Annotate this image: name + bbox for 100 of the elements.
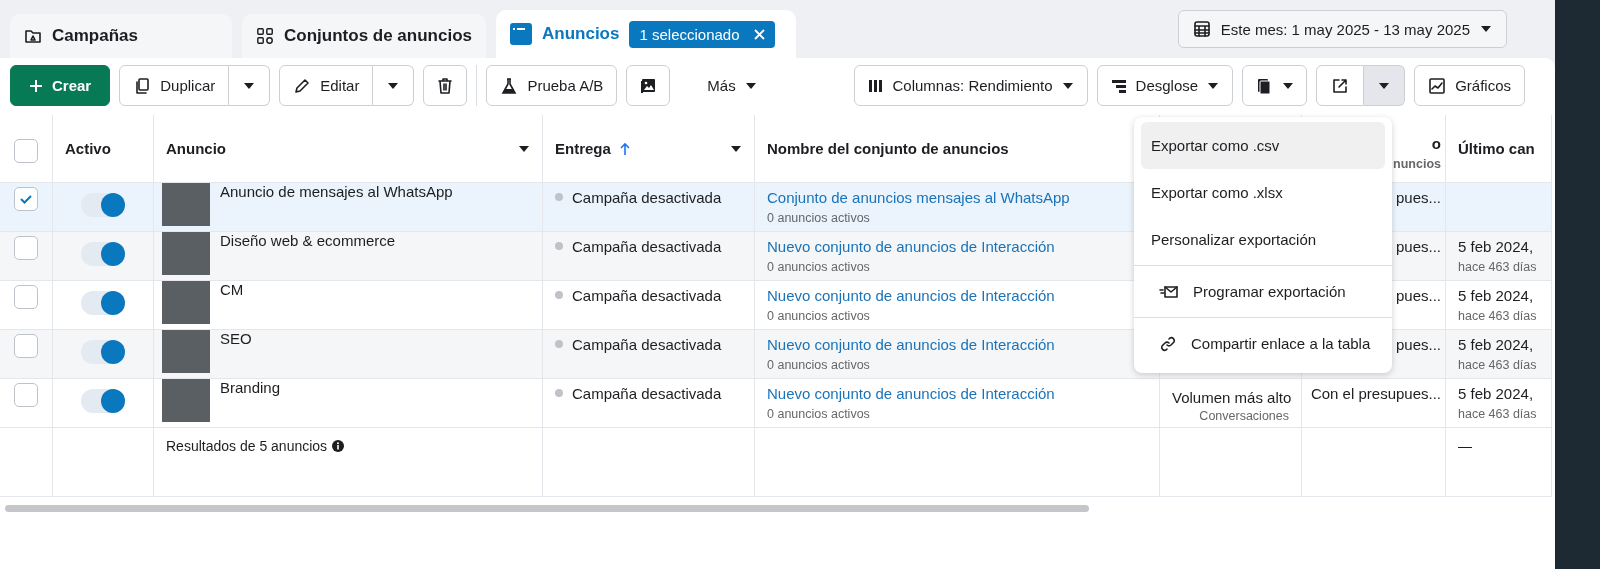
plus-icon <box>29 78 43 93</box>
table-cell: pues... <box>1395 287 1441 304</box>
ad-set-count: 0 anuncios activos <box>767 260 871 274</box>
breakdown-icon <box>1110 77 1127 94</box>
toggle-switch[interactable] <box>81 291 125 315</box>
column-header: o <box>1431 135 1441 152</box>
selection-badge: 1 seleccionado <box>629 20 775 48</box>
caret-icon <box>744 81 757 90</box>
toggle-knob[interactable] <box>101 340 125 364</box>
toggle-knob[interactable] <box>101 193 125 217</box>
image-icon <box>639 76 658 95</box>
table-cell-text: Conversaciones <box>1198 409 1289 423</box>
menu-button[interactable]: Columnas: Rendimiento <box>853 65 1088 106</box>
caret-icon <box>387 81 400 90</box>
status-dot <box>555 389 563 397</box>
last-change-ago: hace 463 días <box>1458 309 1538 323</box>
toggle-switch[interactable] <box>81 389 125 413</box>
status-dot <box>555 291 563 299</box>
checkbox[interactable] <box>14 187 38 211</box>
date-range-button[interactable]: Este mes: 1 may 2025 - 13 may 2025 <box>1177 10 1507 48</box>
ad-name: Anuncio de mensajes al WhatsApp <box>220 183 453 202</box>
tab[interactable]: Campañas <box>10 14 232 58</box>
chart-icon <box>1428 76 1447 95</box>
column-header: Nombre del conjunto de anuncios <box>767 140 1009 157</box>
horizontal-scrollbar[interactable] <box>5 505 1089 512</box>
photo-placeholder <box>162 379 210 422</box>
calendar-icon <box>1192 20 1211 38</box>
menu-item[interactable]: Exportar como .csv <box>1141 122 1385 169</box>
flask-icon <box>500 76 519 95</box>
photo-placeholder <box>162 281 210 324</box>
status-dot <box>555 340 563 348</box>
checkbox[interactable] <box>14 138 38 163</box>
ad-set-link[interactable]: Nuevo conjunto de anuncios de Interacción <box>767 385 1147 402</box>
toggle-knob[interactable] <box>101 291 125 315</box>
info-icon <box>332 440 345 452</box>
caret-icon <box>1061 81 1074 90</box>
table-cell: Con el presupues... <box>1310 385 1441 402</box>
ad-name: Diseño web & ecommerce <box>220 232 396 251</box>
ad-name: CM <box>220 281 244 300</box>
toolbar-button[interactable]: Gráficos <box>1414 65 1525 106</box>
toggle-switch[interactable] <box>81 242 125 266</box>
export-button[interactable] <box>1316 65 1365 106</box>
icon-button[interactable] <box>626 65 671 106</box>
toolbar-button[interactable]: Prueba A/B <box>486 65 618 106</box>
icon-button[interactable] <box>423 65 468 106</box>
table-cell: pues... <box>1395 189 1441 206</box>
tab[interactable]: Anuncios 1 seleccionado <box>496 10 796 58</box>
columns-icon <box>867 77 884 94</box>
ad-set-count: 0 anuncios activos <box>767 211 871 225</box>
column-header: Activo <box>65 140 111 157</box>
column-subheader: nuncios <box>1392 157 1441 171</box>
table-cell: pues... <box>1395 336 1441 353</box>
menu-item[interactable]: Exportar como .xlsx <box>1141 169 1385 216</box>
ad-set-count: 0 anuncios activos <box>767 358 871 372</box>
checkbox[interactable] <box>14 236 38 260</box>
photo-placeholder <box>162 330 210 373</box>
caret-icon <box>1207 81 1220 90</box>
toolbar-button[interactable]: Editar <box>279 65 374 106</box>
column-header: Entrega <box>555 140 611 157</box>
envelope-icon <box>1159 283 1179 300</box>
delivery-status: Campaña desactivada <box>572 238 722 255</box>
checkbox[interactable] <box>14 383 38 407</box>
ad-name: SEO <box>220 330 252 349</box>
toggle-switch[interactable] <box>81 193 125 217</box>
empty-value: — <box>1458 438 1472 454</box>
toggle-knob[interactable] <box>101 242 125 266</box>
grid-icon <box>256 26 275 46</box>
last-change-date: 5 feb 2024, <box>1458 287 1534 304</box>
folder-icon <box>24 27 42 45</box>
delivery-status: Campaña desactivada <box>572 336 722 353</box>
delivery-status: Campaña desactivada <box>572 385 722 402</box>
table-cell: Volumen más alto <box>1172 389 1292 406</box>
toggle-knob[interactable] <box>101 389 125 413</box>
menu-item[interactable]: Compartir enlace a la tabla <box>1141 320 1385 367</box>
column-header: Anuncio <box>166 140 226 157</box>
caret-icon <box>1378 81 1391 90</box>
last-change-ago: hace 463 días <box>1458 407 1538 421</box>
menu-item[interactable]: Programar exportación <box>1141 268 1385 315</box>
menu-button[interactable]: Desglose <box>1096 65 1234 106</box>
create-button[interactable]: Crear <box>10 65 111 106</box>
last-change-ago: hace 463 días <box>1458 260 1538 274</box>
caret-icon <box>1480 25 1492 33</box>
last-change-date: 5 feb 2024, <box>1458 385 1534 402</box>
status-dot <box>555 242 563 250</box>
toolbar-button[interactable]: Duplicar <box>119 65 230 106</box>
checkbox[interactable] <box>14 334 38 358</box>
checkbox[interactable] <box>14 285 38 309</box>
last-change-date: 5 feb 2024, <box>1458 238 1534 255</box>
copy-icon <box>133 76 152 95</box>
ad-name: Branding <box>220 379 281 398</box>
window-icon <box>510 23 532 45</box>
photo-placeholder <box>162 183 210 226</box>
photo-placeholder <box>162 232 210 275</box>
caret-icon <box>243 81 256 90</box>
export-icon <box>1331 76 1350 95</box>
delivery-status: Campaña desactivada <box>572 287 722 304</box>
menu-item[interactable]: Personalizar exportación <box>1141 216 1385 263</box>
tab[interactable]: Conjuntos de anuncios <box>242 14 486 58</box>
menu-button[interactable] <box>1242 65 1308 106</box>
toggle-switch[interactable] <box>81 340 125 364</box>
